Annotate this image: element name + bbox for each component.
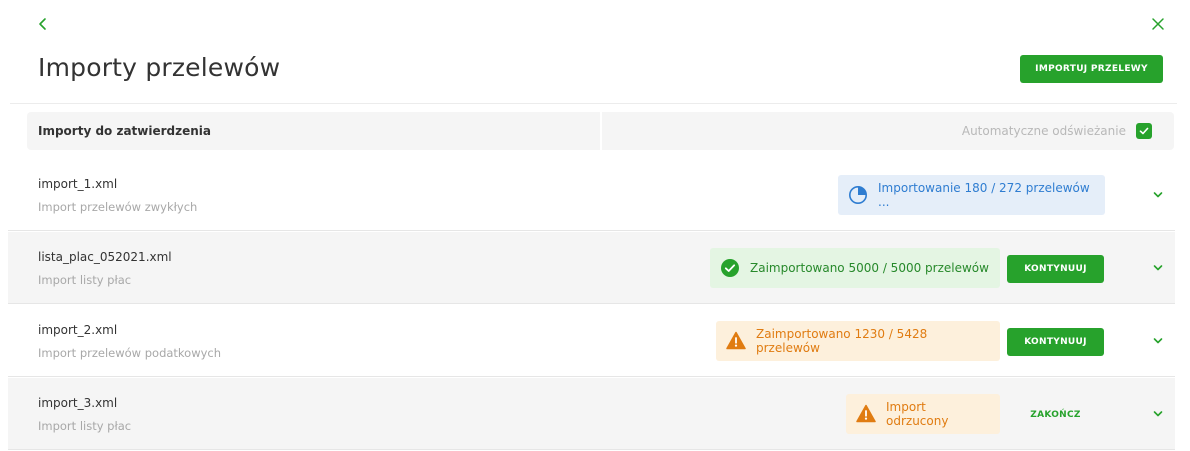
import-file-name: import_3.xml bbox=[38, 396, 118, 410]
header-divider bbox=[10, 103, 1177, 104]
continue-button[interactable]: KONTYNUUJ bbox=[1007, 328, 1104, 356]
import-row[interactable]: import_3.xml Import listy płac Import od… bbox=[8, 378, 1175, 450]
warning-icon bbox=[856, 404, 876, 423]
import-status-badge: Import odrzucony bbox=[846, 394, 1000, 434]
import-file-name: import_2.xml bbox=[38, 323, 118, 337]
import-status-badge: Zaimportowano 5000 / 5000 przelewów bbox=[710, 248, 1000, 288]
import-status-text: Importowanie 180 / 272 przelewów ... bbox=[878, 181, 1090, 209]
import-status-text: Zaimportowano 1230 / 5428 przelewów bbox=[756, 327, 928, 355]
import-transfers-button[interactable]: IMPORTUJ PRZELEWY bbox=[1020, 55, 1163, 83]
chevron-left-icon bbox=[39, 18, 46, 30]
import-status-text: Import odrzucony bbox=[886, 400, 949, 428]
chevron-down-icon[interactable] bbox=[1151, 407, 1165, 421]
import-file-name: lista_plac_052021.xml bbox=[38, 250, 172, 264]
import-file-name: import_1.xml bbox=[38, 177, 118, 191]
filter-bar-left: Importy do zatwierdzenia bbox=[27, 112, 600, 150]
page-title: Importy przelewów bbox=[38, 53, 281, 82]
progress-pie-icon bbox=[849, 186, 867, 204]
auto-refresh-checkbox[interactable] bbox=[1136, 123, 1152, 139]
section-title: Importy do zatwierdzenia bbox=[38, 124, 212, 138]
check-icon bbox=[1139, 127, 1149, 135]
import-status-text: Zaimportowano 5000 / 5000 przelewów bbox=[750, 261, 989, 275]
import-type: Import listy płac bbox=[38, 273, 132, 287]
import-row[interactable]: lista_plac_052021.xml Import listy płac … bbox=[8, 232, 1175, 304]
import-type: Import przelewów podatkowych bbox=[38, 346, 222, 360]
filter-bar: Importy do zatwierdzenia Automatyczne od… bbox=[27, 112, 1174, 150]
auto-refresh-label: Automatyczne odświeżanie bbox=[961, 124, 1126, 138]
back-button[interactable] bbox=[33, 14, 53, 34]
chevron-down-icon[interactable] bbox=[1151, 334, 1165, 348]
import-status-badge: Zaimportowano 1230 / 5428 przelewów bbox=[716, 321, 1000, 361]
import-row[interactable]: import_1.xml Import przelewów zwykłych I… bbox=[8, 159, 1175, 231]
import-status-badge: Importowanie 180 / 272 przelewów ... bbox=[838, 175, 1105, 215]
chevron-down-icon[interactable] bbox=[1151, 188, 1165, 202]
warning-icon bbox=[726, 331, 746, 350]
continue-button[interactable]: KONTYNUUJ bbox=[1007, 255, 1104, 283]
chevron-down-icon[interactable] bbox=[1151, 261, 1165, 275]
filter-bar-right: Automatyczne odświeżanie bbox=[602, 112, 1174, 150]
import-row[interactable]: import_2.xml Import przelewów podatkowyc… bbox=[8, 305, 1175, 377]
finish-button[interactable]: ZAKOŃCZ bbox=[1007, 401, 1104, 429]
close-button[interactable] bbox=[1150, 16, 1166, 32]
close-icon bbox=[1152, 18, 1164, 30]
import-type: Import listy płac bbox=[38, 419, 132, 433]
import-type: Import przelewów zwykłych bbox=[38, 200, 198, 214]
check-circle-icon bbox=[721, 259, 739, 277]
